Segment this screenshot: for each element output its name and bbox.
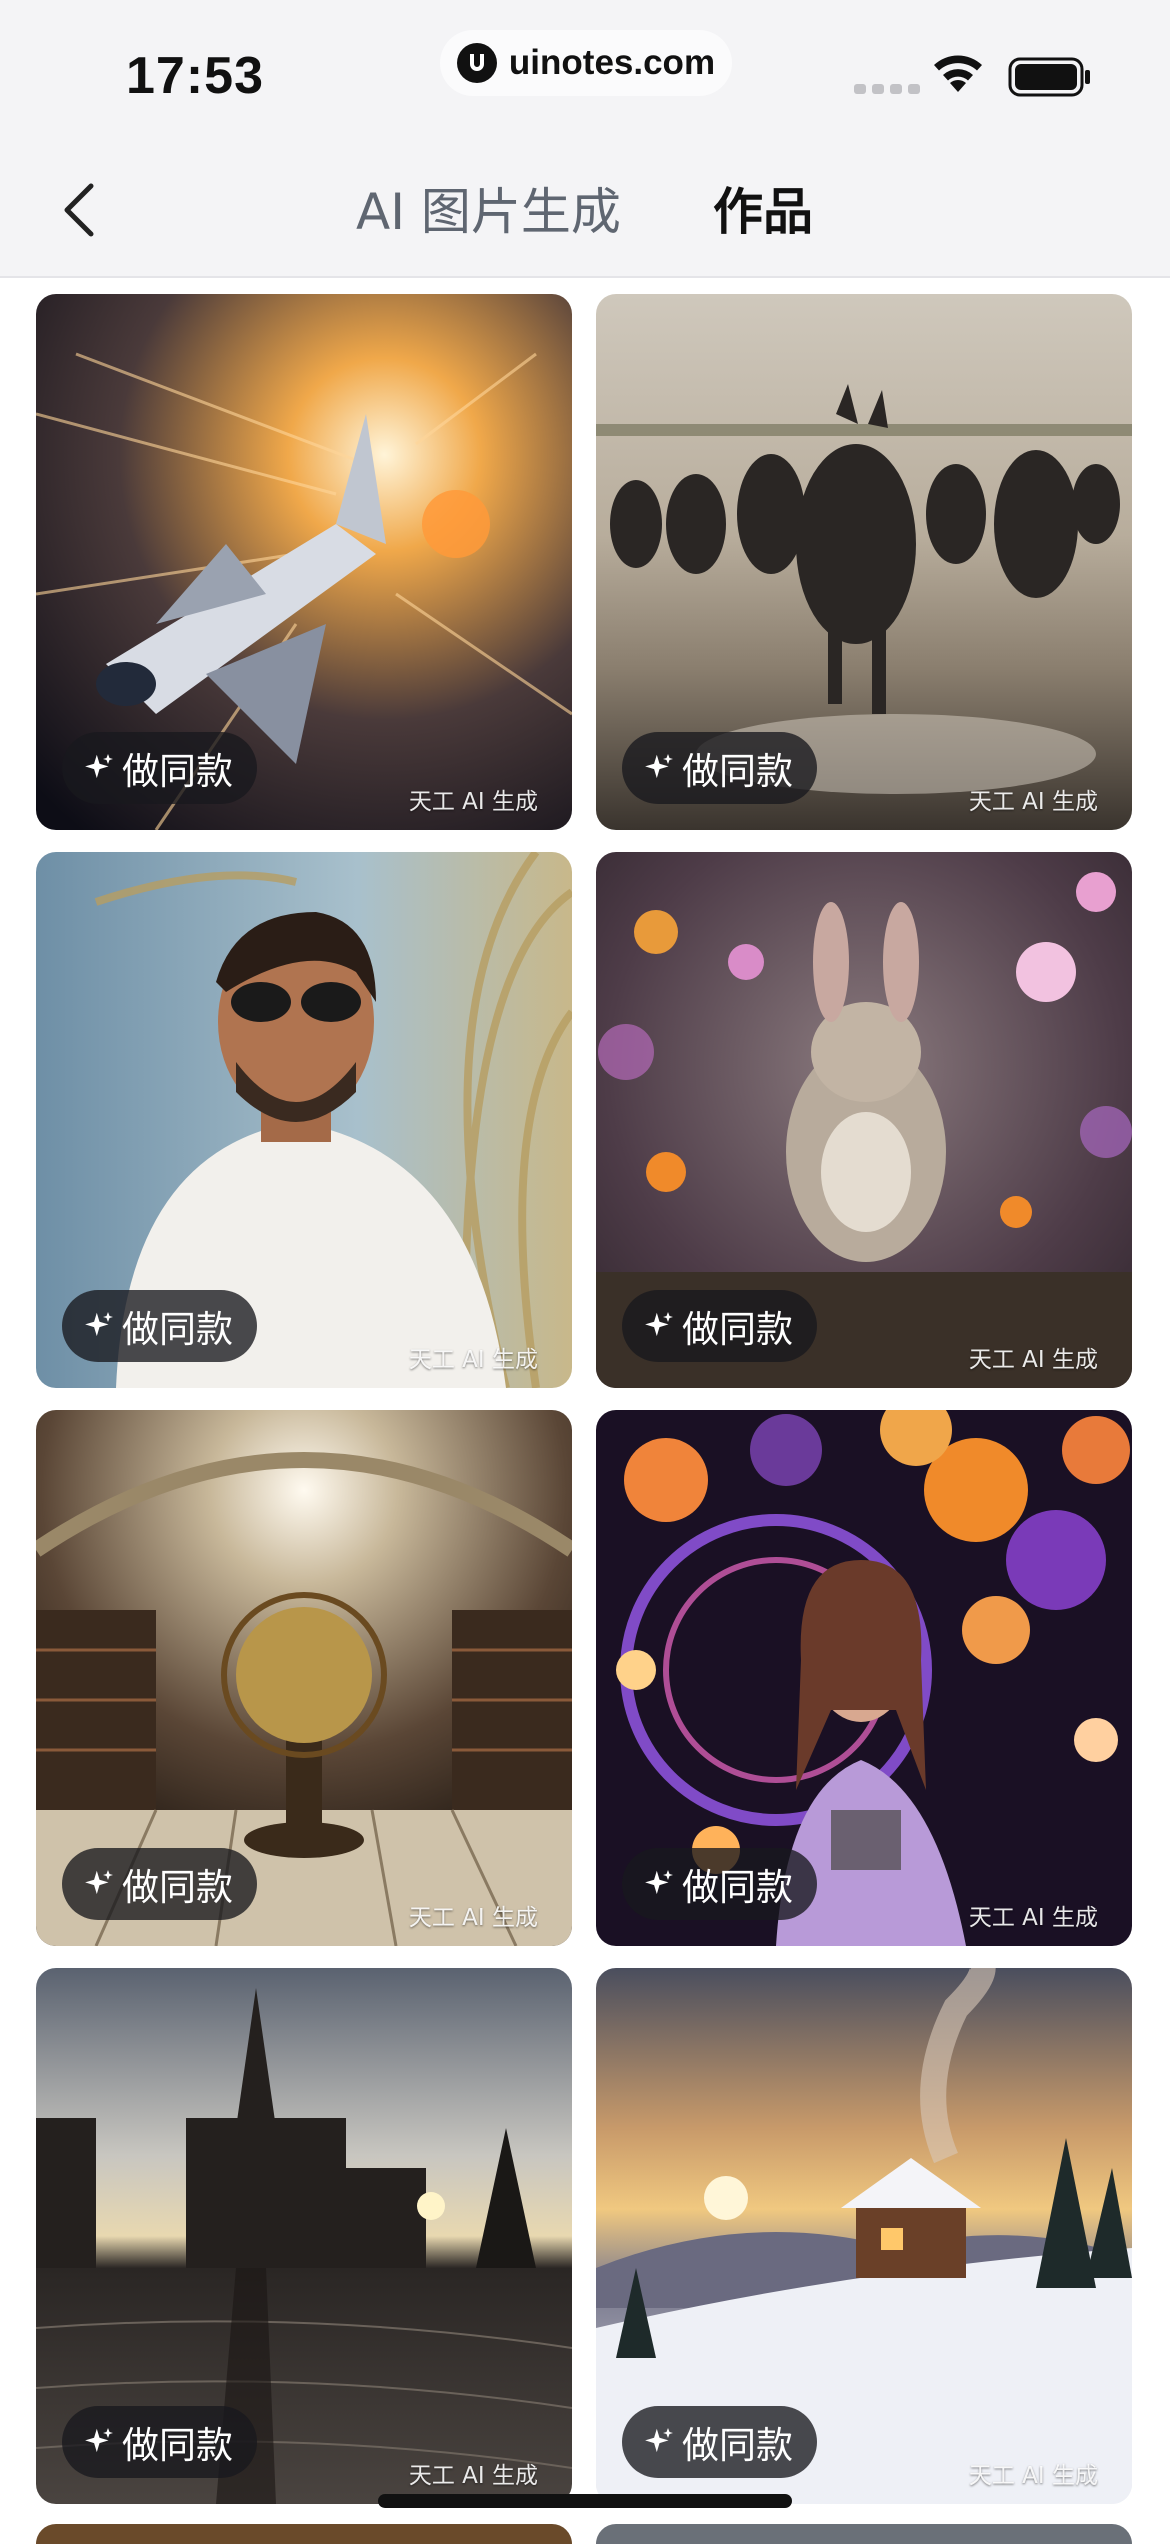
ai-watermark: 天工 AI 生成 (968, 1905, 1098, 1931)
tab-ai-image-generation[interactable]: AI 图片生成 (356, 173, 621, 243)
artwork-card[interactable]: 做同款 天工 AI 生成 (36, 852, 572, 1388)
artwork-card-partial[interactable] (36, 2524, 572, 2544)
artwork-card-partial[interactable] (596, 2524, 1132, 2544)
sparkle-icon (85, 2428, 113, 2453)
sparkle-icon (645, 1312, 673, 1337)
chevron-left-icon (64, 183, 94, 237)
make-same-label: 做同款 (122, 750, 233, 793)
artwork-card[interactable]: 做同款 天工 AI 生成 (36, 1410, 572, 1946)
ai-watermark: 天工 AI 生成 (408, 1347, 538, 1373)
artwork-card[interactable]: 做同款 天工 AI 生成 (36, 1968, 572, 2504)
artwork-card[interactable]: 做同款 天工 AI 生成 (596, 852, 1132, 1388)
make-same-label: 做同款 (682, 1308, 793, 1351)
ai-watermark: 天工 AI 生成 (408, 1905, 538, 1931)
status-bar: 17:53 uinotes.com (0, 0, 1170, 145)
cellular-signal-icon (854, 84, 920, 94)
back-button[interactable] (48, 175, 108, 245)
status-time: 17:53 (126, 47, 264, 105)
make-same-button[interactable]: 做同款 (622, 1290, 817, 1362)
url-pill[interactable]: uinotes.com (440, 30, 732, 96)
make-same-label: 做同款 (682, 750, 793, 793)
artwork-card[interactable]: 做同款 天工 AI 生成 (596, 1410, 1132, 1946)
make-same-button[interactable]: 做同款 (622, 732, 817, 804)
works-grid: 做同款 天工 AI 生成 做同款 天工 AI 生成 做同款 天工 AI 生成 做… (36, 294, 1134, 2504)
sparkle-icon (85, 754, 113, 779)
battery-icon (1008, 57, 1090, 97)
make-same-label: 做同款 (682, 2424, 793, 2467)
make-same-button[interactable]: 做同款 (62, 732, 257, 804)
artwork-card[interactable]: 做同款 天工 AI 生成 (36, 294, 572, 830)
make-same-button[interactable]: 做同款 (62, 1290, 257, 1362)
home-indicator[interactable] (378, 2494, 792, 2508)
ai-watermark: 天工 AI 生成 (968, 789, 1098, 815)
site-logo-icon (456, 43, 497, 83)
sparkle-icon (645, 2428, 673, 2453)
make-same-button[interactable]: 做同款 (622, 1848, 817, 1920)
sparkle-icon (85, 1870, 113, 1895)
sparkle-icon (645, 754, 673, 779)
ai-watermark: 天工 AI 生成 (968, 1347, 1098, 1373)
make-same-button[interactable]: 做同款 (62, 2406, 257, 2478)
make-same-label: 做同款 (682, 1866, 793, 1909)
make-same-label: 做同款 (122, 2424, 233, 2467)
artwork-card[interactable]: 做同款 天工 AI 生成 (596, 294, 1132, 830)
url-text: uinotes.com (508, 43, 716, 82)
tab-works[interactable]: 作品 (713, 173, 813, 243)
wifi-icon (934, 55, 982, 92)
make-same-button[interactable]: 做同款 (622, 2406, 817, 2478)
artwork-card[interactable]: 做同款 天工 AI 生成 (596, 1968, 1132, 2504)
sparkle-icon (645, 1870, 673, 1895)
navigation-bar: AI 图片生成 作品 (0, 145, 1170, 278)
sparkle-icon (85, 1312, 113, 1337)
make-same-label: 做同款 (122, 1866, 233, 1909)
make-same-label: 做同款 (122, 1308, 233, 1351)
ai-watermark: 天工 AI 生成 (968, 2463, 1098, 2489)
ai-watermark: 天工 AI 生成 (408, 2463, 538, 2489)
make-same-button[interactable]: 做同款 (62, 1848, 257, 1920)
ai-watermark: 天工 AI 生成 (408, 789, 538, 815)
